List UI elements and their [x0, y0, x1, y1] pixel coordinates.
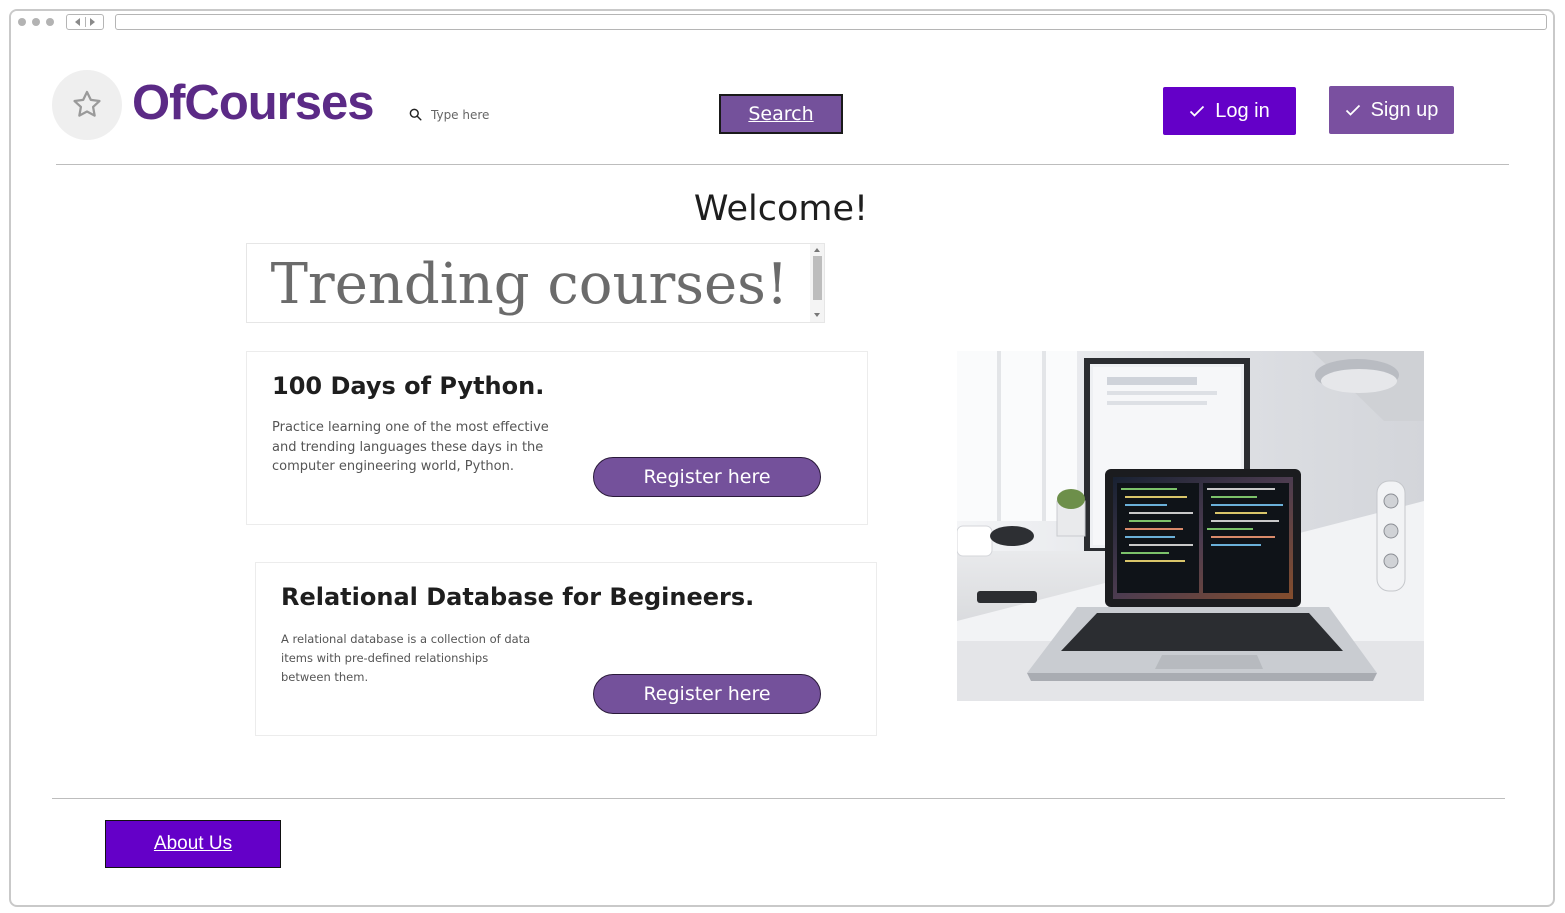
logo[interactable] — [52, 70, 122, 140]
trending-courses-box[interactable]: Trending courses! — [246, 243, 825, 323]
window-control-dot[interactable] — [46, 18, 54, 26]
course-title: Relational Database for Begineers. — [281, 583, 755, 611]
browser-nav-buttons[interactable] — [66, 14, 104, 30]
course-card: Relational Database for Begineers. A rel… — [255, 562, 877, 736]
search-field[interactable] — [409, 106, 669, 124]
trending-heading: Trending courses! — [270, 252, 789, 317]
browser-window: OfCourses Search Log in Sign up Welcome!… — [9, 9, 1555, 907]
checkmark-icon — [1190, 105, 1205, 117]
search-button[interactable]: Search — [719, 94, 843, 134]
header-divider — [56, 164, 1509, 165]
login-label: Log in — [1215, 99, 1270, 122]
forward-arrow-icon[interactable] — [90, 18, 95, 26]
footer-divider — [52, 798, 1505, 799]
search-input[interactable] — [431, 106, 651, 124]
address-bar[interactable] — [115, 14, 1547, 30]
window-control-dot[interactable] — [18, 18, 26, 26]
signup-label: Sign up — [1370, 98, 1439, 121]
brand-name[interactable]: OfCourses — [132, 75, 375, 131]
star-icon — [73, 90, 101, 117]
checkmark-icon — [1345, 104, 1360, 116]
window-control-dot[interactable] — [32, 18, 40, 26]
nav-separator — [85, 17, 86, 27]
signup-button[interactable]: Sign up — [1329, 86, 1454, 134]
browser-titlebar — [11, 11, 1553, 35]
page-title: Welcome! — [693, 189, 869, 229]
search-icon — [409, 108, 422, 121]
scroll-down-icon[interactable] — [814, 313, 820, 317]
laptop-desk-illustration — [957, 351, 1424, 701]
login-button[interactable]: Log in — [1163, 87, 1296, 135]
course-description: Practice learning one of the most effect… — [272, 420, 549, 474]
about-us-button[interactable]: About Us — [105, 820, 281, 868]
back-arrow-icon[interactable] — [75, 18, 80, 26]
scroll-thumb[interactable] — [813, 256, 822, 300]
scroll-up-icon[interactable] — [814, 248, 820, 252]
course-title: 100 Days of Python. — [272, 372, 545, 400]
scrollbar[interactable] — [810, 244, 824, 322]
course-description: A relational database is a collection of… — [281, 632, 531, 684]
course-card: 100 Days of Python. Practice learning on… — [246, 351, 868, 525]
register-button[interactable]: Register here — [593, 457, 821, 497]
register-button[interactable]: Register here — [593, 674, 821, 714]
laptop-photo — [957, 351, 1424, 701]
